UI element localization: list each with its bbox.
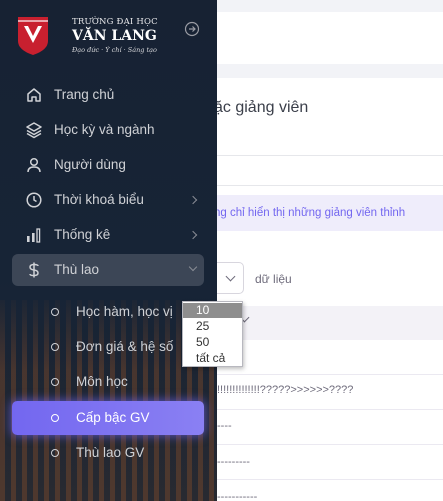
sidebar-item-timetable[interactable]: Thời khoá biểu bbox=[12, 184, 204, 216]
info-notice-text: ng chỉ hiển thị những giảng viên thỉnh bbox=[214, 207, 406, 219]
content-card bbox=[217, 78, 443, 501]
bar-chart-icon bbox=[27, 228, 41, 243]
sidebar-subitem-label: Cấp bậc GV bbox=[76, 410, 150, 425]
page-size-option[interactable]: 50 bbox=[183, 335, 242, 350]
sidebar-item-label: Học kỳ và ngành bbox=[54, 122, 155, 137]
sidebar-subitem-academic-titles[interactable]: Học hàm, học vị bbox=[12, 295, 204, 329]
university-logo-icon bbox=[18, 17, 48, 55]
page-size-dropdown: 10 25 50 tất cả bbox=[182, 301, 243, 367]
chevron-right-icon bbox=[188, 195, 198, 205]
row-divider bbox=[217, 409, 443, 410]
circle-icon bbox=[51, 414, 59, 422]
sidebar-item-label: Người dùng bbox=[54, 157, 126, 172]
sidebar-subitem-label: Đơn giá & hệ số bbox=[76, 339, 174, 354]
sidebar-subitem-unit-price[interactable]: Đơn giá & hệ số bbox=[12, 330, 204, 364]
sidebar-item-label: Thù lao bbox=[54, 262, 100, 277]
page-size-option[interactable]: 25 bbox=[183, 319, 242, 334]
divider bbox=[217, 155, 443, 156]
clock-icon bbox=[26, 192, 42, 208]
chevron-down-icon bbox=[188, 262, 198, 272]
sidebar-item-home[interactable]: Trang chủ bbox=[12, 79, 204, 111]
sidebar-item-label: Thống kê bbox=[54, 227, 111, 242]
divider bbox=[217, 185, 443, 186]
sidebar-subitem-label: Môn học bbox=[76, 374, 128, 389]
sidebar-item-semesters[interactable]: Học kỳ và ngành bbox=[12, 114, 204, 146]
sidebar-subitem-label: Học hàm, học vị bbox=[76, 304, 173, 319]
circle-icon bbox=[51, 449, 59, 457]
top-navbar bbox=[217, 12, 443, 64]
table-cell: !!!!!!!!!!!!!!?????>>>>>>???? bbox=[217, 384, 354, 396]
brand-slogan: Đạo đức · Ý chí · Sáng tạo bbox=[72, 46, 157, 54]
table-cell: ---- bbox=[217, 420, 232, 432]
sidebar-subitem-subjects[interactable]: Môn học bbox=[12, 365, 204, 399]
page-size-option[interactable]: tất cả bbox=[183, 351, 242, 366]
row-divider bbox=[217, 374, 443, 375]
sidebar-subitem-lecturer-ranks[interactable]: Cấp bậc GV bbox=[12, 401, 204, 435]
page-title: ặc giảng viên bbox=[214, 99, 309, 116]
page-size-suffix: dữ liệu bbox=[255, 272, 292, 286]
table-cell: ----------- bbox=[217, 491, 258, 501]
sidebar-item-users[interactable]: Người dùng bbox=[12, 149, 204, 181]
circle-icon bbox=[51, 378, 59, 386]
table-cell: --------- bbox=[217, 456, 250, 468]
circle-icon bbox=[51, 308, 59, 316]
table-header bbox=[217, 306, 443, 340]
page-size-option[interactable]: 10 bbox=[183, 303, 242, 318]
sidebar-subitem-label: Thù lao GV bbox=[76, 445, 145, 460]
sidebar-item-label: Trang chủ bbox=[54, 87, 115, 102]
dollar-icon bbox=[29, 262, 39, 278]
chevron-right-icon bbox=[188, 230, 198, 240]
circle-icon bbox=[51, 343, 59, 351]
sidebar-item-remuneration[interactable]: Thù lao bbox=[12, 254, 204, 286]
home-icon bbox=[27, 88, 41, 102]
sidebar-item-statistics[interactable]: Thống kê bbox=[12, 219, 204, 251]
sidebar-subitem-lecturer-pay[interactable]: Thù lao GV bbox=[12, 436, 204, 470]
user-icon bbox=[27, 157, 41, 173]
chevron-down-icon bbox=[225, 271, 236, 282]
row-divider bbox=[217, 444, 443, 445]
brand-line-2: VĂN LANG bbox=[72, 28, 157, 44]
brand-line-1: TRƯỜNG ĐẠI HỌC bbox=[72, 17, 158, 27]
sidebar-item-label: Thời khoá biểu bbox=[54, 192, 144, 207]
sidebar: TRƯỜNG ĐẠI HỌC VĂN LANG Đạo đức · Ý chí … bbox=[0, 0, 217, 501]
collapse-sidebar-icon[interactable] bbox=[184, 21, 200, 37]
layers-icon bbox=[26, 122, 42, 139]
row-divider bbox=[217, 479, 443, 480]
